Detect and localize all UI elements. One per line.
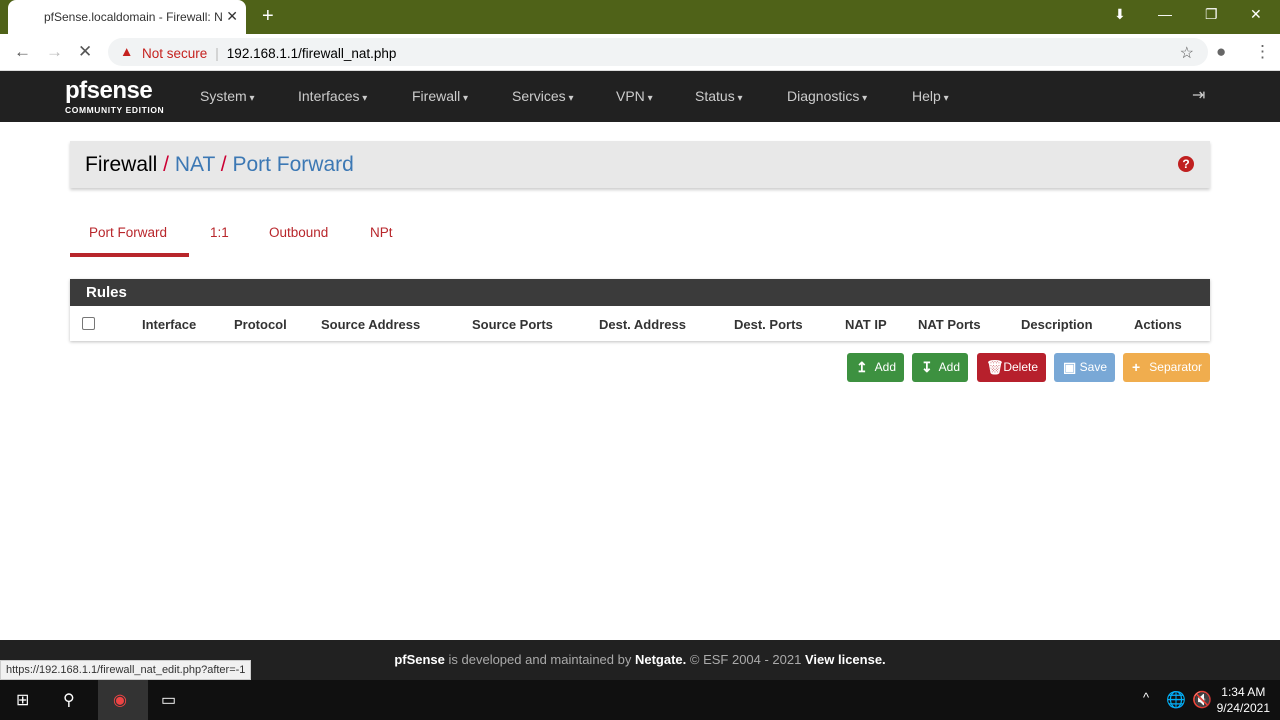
- tab-title: pfSense.localdomain - Firewall: N: [44, 10, 223, 24]
- browser-menu-icon[interactable]: ⋮: [1254, 42, 1271, 62]
- bookmark-star-icon[interactable]: ☆: [1180, 43, 1194, 63]
- security-label: Not secure: [142, 46, 208, 61]
- new-tab-icon[interactable]: +: [262, 5, 274, 28]
- trash-icon: 🗑: [986, 359, 1004, 375]
- menu-help[interactable]: Help: [912, 88, 949, 104]
- clock[interactable]: 1:34 AM 9/24/2021: [1217, 684, 1270, 716]
- col-dest-address: Dest. Address: [599, 317, 686, 332]
- main-navbar: pfsenseCOMMUNITY EDITION System Interfac…: [0, 71, 1280, 122]
- footer-copyright: © ESF 2004 - 2021: [686, 652, 805, 667]
- browser-tab-bar: pfSense.localdomain - Firewall: N ✕ + ⬇ —…: [0, 0, 1280, 34]
- col-nat-ip: NAT IP: [845, 317, 887, 332]
- breadcrumb-port-forward[interactable]: Port Forward: [232, 153, 353, 176]
- url-text: 192.168.1.1/firewall_nat.php: [226, 46, 397, 61]
- link-status-bar: https://192.168.1.1/firewall_nat_edit.ph…: [0, 660, 252, 680]
- menu-services[interactable]: Services: [512, 88, 574, 104]
- separator-button[interactable]: + Separator: [1123, 353, 1210, 382]
- col-source-address: Source Address: [321, 317, 421, 332]
- menu-vpn[interactable]: VPN: [616, 88, 653, 104]
- add-top-button[interactable]: ↥ Add: [847, 353, 904, 382]
- date: 9/24/2021: [1216, 701, 1270, 715]
- menu-system[interactable]: System: [200, 88, 255, 104]
- minimize-icon[interactable]: —: [1158, 6, 1172, 22]
- add-bottom-button[interactable]: ↧ Add: [912, 353, 968, 382]
- footer-netgate-link[interactable]: Netgate.: [635, 652, 686, 667]
- col-description: Description: [1021, 317, 1093, 332]
- tab-port-forward[interactable]: Port Forward: [89, 225, 167, 240]
- url-bar[interactable]: ▲ Not secure | 192.168.1.1/firewall_nat.ph…: [108, 38, 1208, 66]
- tab-1-1[interactable]: 1:1: [210, 225, 229, 240]
- windows-start-icon[interactable]: ⊞: [16, 690, 29, 710]
- select-all-checkbox[interactable]: [82, 317, 95, 330]
- panel-title: Rules: [70, 279, 1210, 306]
- browser-tab[interactable]: pfSense.localdomain - Firewall: N ✕: [8, 0, 246, 34]
- terminal-icon[interactable]: ▭: [161, 690, 176, 710]
- close-tab-icon[interactable]: ✕: [226, 8, 238, 25]
- active-tab-indicator: [70, 253, 189, 257]
- breadcrumb: Firewall / NAT / Port Forward ?: [70, 141, 1210, 188]
- time: 1:34 AM: [1221, 685, 1266, 699]
- volume-muted-icon[interactable]: 🔇: [1192, 690, 1212, 710]
- logout-icon[interactable]: ⇥: [1192, 85, 1205, 105]
- back-icon[interactable]: ←: [14, 42, 31, 62]
- separator-label: Separator: [1149, 360, 1202, 374]
- warning-icon: ▲: [120, 44, 134, 59]
- profile-menu-icon[interactable]: ⬇: [1114, 6, 1126, 23]
- rules-panel: Rules Interface Protocol Source Address …: [70, 279, 1210, 341]
- address-bar-row: ← → ✕ ▲ Not secure | 192.168.1.1/firewall_…: [0, 34, 1280, 71]
- save-icon: ▣: [1063, 359, 1077, 375]
- arrow-down-icon: ↧: [921, 359, 933, 375]
- breadcrumb-nat[interactable]: NAT: [175, 153, 215, 176]
- forward-icon[interactable]: →: [46, 42, 63, 62]
- col-protocol: Protocol: [234, 317, 287, 332]
- footer-text: is developed and maintained by: [444, 652, 635, 667]
- breadcrumb-firewall: Firewall: [85, 153, 158, 176]
- col-interface: Interface: [142, 317, 197, 332]
- col-dest-ports: Dest. Ports: [734, 317, 803, 332]
- col-source-ports: Source Ports: [472, 317, 553, 332]
- menu-status[interactable]: Status: [695, 88, 743, 104]
- col-nat-ports: NAT Ports: [918, 317, 981, 332]
- close-window-icon[interactable]: ✕: [1250, 6, 1262, 23]
- menu-diagnostics[interactable]: Diagnostics: [787, 88, 867, 104]
- network-icon[interactable]: 🌐: [1166, 690, 1186, 710]
- stop-loading-icon[interactable]: ✕: [78, 42, 92, 62]
- plus-icon: +: [1132, 359, 1141, 375]
- help-icon[interactable]: ?: [1178, 156, 1194, 172]
- arrow-up-icon: ↥: [856, 359, 868, 375]
- windows-taskbar: ⊞ ⚲ ◉ ▭ ^ 🌐 🔇 1:34 AM 9/24/2021: [0, 680, 1280, 720]
- view-license-link[interactable]: View license.: [805, 652, 886, 667]
- logo-text: pfsense: [65, 77, 153, 104]
- add-bottom-label: Add: [938, 360, 960, 374]
- save-label: Save: [1079, 360, 1107, 374]
- tab-outbound[interactable]: Outbound: [269, 225, 328, 240]
- menu-interfaces[interactable]: Interfaces: [298, 88, 367, 104]
- tray-chevron-icon[interactable]: ^: [1143, 690, 1149, 705]
- col-actions: Actions: [1134, 317, 1182, 332]
- delete-label: Delete: [1003, 360, 1038, 374]
- chrome-taskbar-item[interactable]: ◉: [98, 680, 148, 720]
- account-icon[interactable]: ●: [1216, 42, 1226, 62]
- restore-icon[interactable]: ❐: [1205, 6, 1218, 23]
- footer-brand: pfSense: [394, 652, 445, 667]
- add-top-label: Add: [874, 360, 896, 374]
- delete-button[interactable]: 🗑 Delete: [977, 353, 1046, 382]
- search-icon[interactable]: ⚲: [63, 690, 75, 710]
- tab-npt[interactable]: NPt: [370, 225, 393, 240]
- chrome-icon: ◉: [113, 692, 127, 709]
- pfsense-logo[interactable]: pfsense COMMUNITY EDITION: [65, 77, 164, 115]
- save-button[interactable]: ▣ Save: [1054, 353, 1115, 382]
- logo-edition: COMMUNITY EDITION: [65, 105, 165, 115]
- menu-firewall[interactable]: Firewall: [412, 88, 468, 104]
